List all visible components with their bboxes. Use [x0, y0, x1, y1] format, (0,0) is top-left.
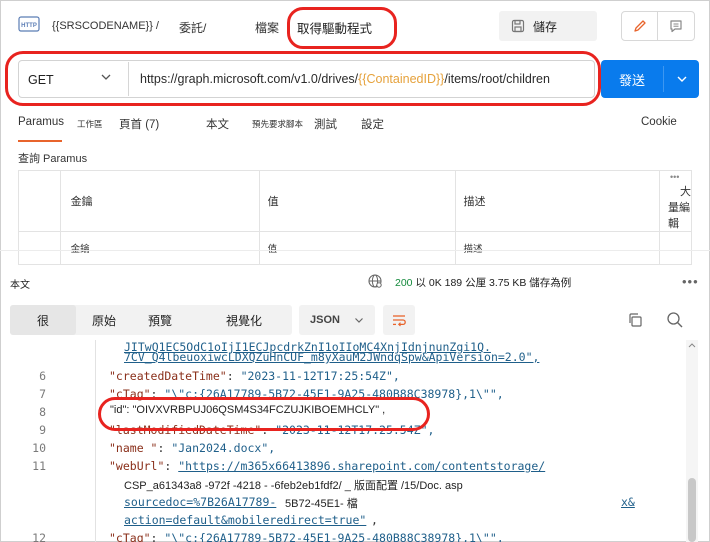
- value-input[interactable]: 值: [258, 231, 456, 265]
- params-empty-row: 金鑰 值 描述: [18, 231, 692, 265]
- save-label: 儲存: [533, 19, 558, 34]
- response-code-view[interactable]: JITwQ1EC5OdC1oIjI1ECJpcdrkZnI1oIIoMC4Xnj…: [0, 340, 698, 542]
- pane-divider[interactable]: [0, 250, 710, 251]
- query-params-title: 查詢 Paramus: [18, 153, 88, 165]
- params-header-row: 金鑰 值 描述 ••• 大量編輯: [18, 170, 692, 232]
- comments-button[interactable]: [658, 12, 694, 40]
- url-continuation: CSP_a61343a8 -972f -4218 - -6feb2eb1fdf2…: [124, 480, 463, 492]
- tab-workspace[interactable]: 工作區: [77, 118, 103, 130]
- line-number: 6: [39, 369, 46, 383]
- more-options-icon[interactable]: •••: [670, 172, 679, 182]
- url-divider: [128, 62, 129, 96]
- checkbox-column: [18, 170, 61, 232]
- line-number: 11: [32, 459, 46, 473]
- url-input[interactable]: https://graph.microsoft.com/v1.0/drives/…: [140, 72, 550, 86]
- copy-icon[interactable]: [627, 312, 643, 328]
- json-key: "cTag": [109, 387, 151, 401]
- response-body-label[interactable]: 本文: [10, 276, 30, 291]
- tab-body[interactable]: 本文: [206, 116, 229, 132]
- save-icon: [511, 19, 525, 33]
- column-header-value: 值: [258, 170, 456, 232]
- view-pretty-button[interactable]: 很: [10, 305, 76, 335]
- status-code[interactable]: 200: [395, 277, 413, 289]
- row-actions-cell: [659, 231, 692, 265]
- json-key: "createdDateTime": [109, 369, 227, 383]
- json-key: "webUrl": [109, 459, 165, 473]
- json-id-entry: "id": "OIVXVRBPUJ06QSM4S34FCZUJKIBOEMHCL…: [110, 404, 386, 416]
- tab-headers[interactable]: 頁首 (7): [119, 116, 159, 132]
- tab-params[interactable]: Paramus: [18, 116, 64, 128]
- params-actions: ••• 大量編輯: [659, 170, 692, 232]
- json-key: "name ": [109, 441, 158, 455]
- json-value: "Jan2024.docx",: [171, 441, 276, 455]
- view-preview-button[interactable]: 預覽: [134, 305, 186, 335]
- edit-mode-button[interactable]: [622, 12, 658, 40]
- response-more-icon[interactable]: •••: [682, 274, 699, 289]
- line-number: 7: [39, 387, 46, 401]
- tab-settings[interactable]: 設定: [361, 116, 384, 132]
- url-continuation: 5B72-45E1- 檔: [285, 498, 358, 510]
- globe-icon[interactable]: [367, 273, 383, 289]
- http-icon: HTTP: [18, 16, 40, 32]
- active-tab-indicator: [18, 140, 62, 142]
- pencil-icon: [633, 20, 646, 32]
- wrap-lines-button[interactable]: [383, 305, 415, 335]
- column-header-description: 描述: [454, 170, 661, 232]
- request-title[interactable]: 取得驅動程式: [297, 18, 372, 37]
- json-key: "cTag": [109, 531, 151, 542]
- json-url-value[interactable]: "https://m365x66413896.sharepoint.com/co…: [178, 459, 545, 473]
- chevron-down-icon: [355, 318, 363, 323]
- line-number: 10: [32, 441, 46, 455]
- method-select[interactable]: GET: [28, 73, 54, 87]
- url-continuation: x&: [621, 495, 635, 509]
- cookies-link[interactable]: Cookie: [641, 116, 677, 128]
- chevron-down-icon[interactable]: [100, 70, 112, 84]
- url-continuation: sourcedoc=%7B26A17789-: [124, 495, 277, 509]
- chevron-down-icon: [677, 76, 686, 82]
- send-button[interactable]: 發送: [601, 60, 663, 98]
- row-checkbox-cell: [18, 231, 61, 265]
- tab-tests[interactable]: 測試: [314, 116, 337, 132]
- search-icon[interactable]: [666, 311, 684, 329]
- line-number: 12: [32, 531, 46, 542]
- bulk-edit-link[interactable]: 大量編輯: [668, 186, 691, 230]
- json-value: "2023-11-12T17:25:54Z",: [275, 423, 435, 437]
- breadcrumb-file[interactable]: 檔案: [255, 19, 279, 36]
- status-details[interactable]: 以 0K 189 公厘 3.75 KB 儲存為例: [415, 277, 571, 289]
- key-input[interactable]: 金鑰: [59, 231, 260, 265]
- json-key: "lastModifiedDateTime": [109, 423, 262, 437]
- scroll-up-icon[interactable]: [688, 342, 696, 348]
- line-number: 9: [39, 423, 46, 437]
- comment-icon: [670, 20, 682, 33]
- json-value: "\"c:{26A17789-5B72-45E1-9A25-480B88C389…: [164, 531, 504, 542]
- send-options-button[interactable]: [664, 60, 699, 98]
- column-header-key: 金鑰: [59, 170, 260, 232]
- save-button[interactable]: 儲存: [499, 11, 597, 41]
- format-select[interactable]: JSON: [299, 305, 375, 335]
- breadcrumb-collection[interactable]: {{SRSCODENAME}} /: [52, 20, 159, 32]
- tab-pre-request[interactable]: 預先要求腳本: [252, 118, 303, 130]
- code-punctuation: ,: [371, 513, 378, 527]
- breadcrumb-folder[interactable]: 委託/: [179, 19, 206, 36]
- response-status: 200 以 0K 189 公厘 3.75 KB 儲存為例: [395, 275, 571, 290]
- line-number: 8: [39, 405, 46, 419]
- json-value: "\"c:{26A17789-5B72-45E1-9A25-480B88C389…: [164, 387, 504, 401]
- url-variable: {{ContainedID}}: [358, 72, 445, 86]
- description-input[interactable]: 描述: [454, 231, 661, 265]
- url-continuation: action=default&mobileredirect=true": [124, 513, 367, 527]
- view-visualize-button[interactable]: 視覺化: [216, 305, 272, 335]
- mode-toggle: [621, 11, 695, 41]
- view-raw-button[interactable]: 原始: [78, 305, 130, 335]
- code-url-continuation: 7CV_Q4lbeuoxiwcLDXQZuHnCUF_m8yXauM2JWndq…: [124, 350, 540, 364]
- url-prefix: https://graph.microsoft.com/v1.0/drives/: [140, 72, 359, 86]
- wrap-icon: [393, 315, 406, 327]
- json-value: "2023-11-12T17:25:54Z",: [240, 369, 400, 383]
- send-button-group: 發送: [601, 60, 699, 98]
- svg-text:HTTP: HTTP: [21, 23, 37, 29]
- format-label: JSON: [310, 314, 340, 326]
- url-suffix: /items/root/children: [444, 72, 550, 86]
- scrollbar-thumb[interactable]: [688, 478, 696, 542]
